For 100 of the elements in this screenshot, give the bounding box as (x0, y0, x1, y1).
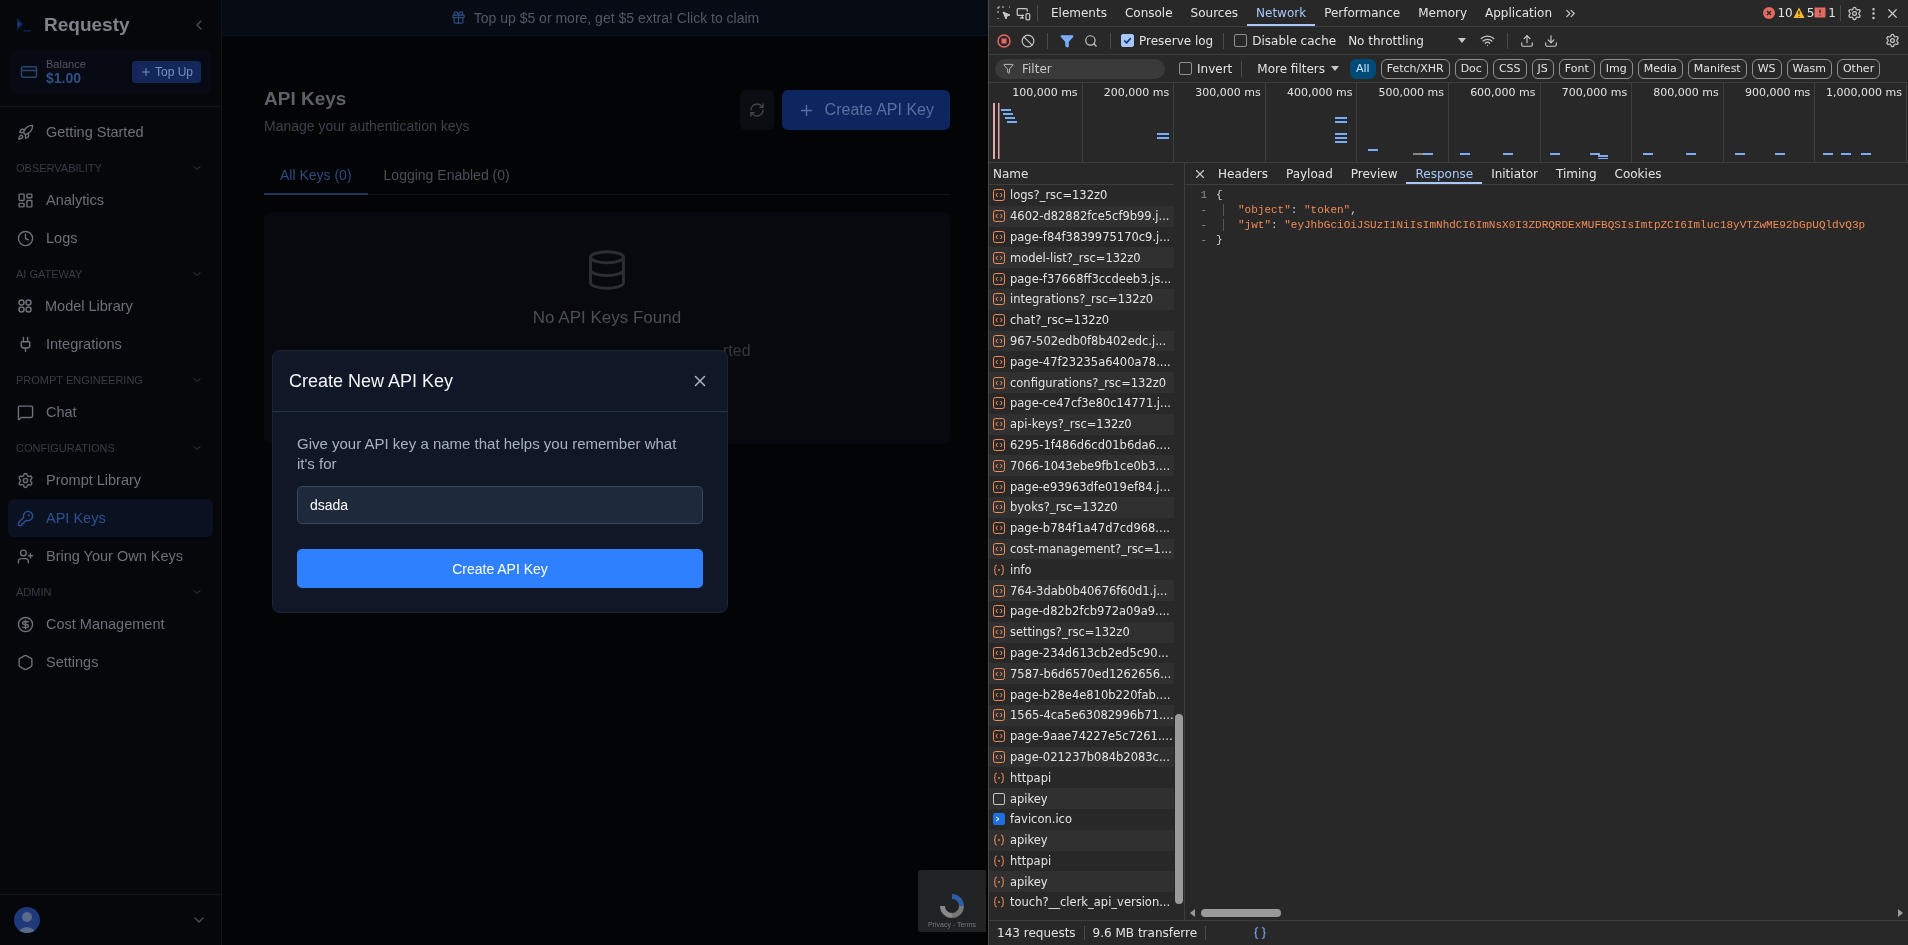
devtools-tab[interactable]: Application (1476, 0, 1562, 26)
braces-icon (993, 854, 1005, 867)
create-api-key-button[interactable]: Create API Key (297, 549, 703, 588)
checkbox[interactable]: Invert (1179, 61, 1233, 76)
key-name-input[interactable]: dsada (297, 486, 703, 524)
type-filter-chip[interactable]: Fetch/XHR (1380, 58, 1450, 79)
timeline-tick: 600,000 ms (1470, 86, 1536, 101)
request-row[interactable]: page-021237b084b2083c... (989, 746, 1174, 768)
nav-item[interactable]: Bring Your Own Keys (8, 537, 213, 575)
nav-item[interactable]: Analytics (8, 181, 213, 219)
detail-tab[interactable]: Initiator (1482, 163, 1547, 184)
throttling-dropdown[interactable]: No throttling (1342, 32, 1472, 49)
devtools-tab[interactable]: Performance (1315, 0, 1410, 26)
request-name: apikey (1010, 874, 1048, 889)
devtools-tab[interactable]: Elements (1042, 0, 1116, 26)
detail-tab[interactable]: Payload (1276, 163, 1342, 184)
credit-card-icon (20, 63, 38, 81)
request-row[interactable]: byoks?_rsc=132z0 (989, 496, 1174, 518)
detail-tab[interactable]: Preview (1341, 163, 1407, 184)
document-icon (993, 750, 1005, 763)
request-row[interactable]: cost-management?_rsc=1... (989, 538, 1174, 560)
request-row[interactable]: 764-3dab0b40676f60d1.j... (989, 580, 1174, 601)
scroll-right-icon[interactable] (1896, 909, 1904, 917)
scroll-left-icon[interactable] (1189, 909, 1197, 917)
request-name: 764-3dab0b40676f60d1.j... (1010, 583, 1168, 598)
request-row[interactable]: apikey (989, 829, 1174, 851)
line-number: - (1199, 233, 1208, 246)
issue-count[interactable]: 5 (1792, 6, 1815, 20)
issue-count[interactable]: 1 (1814, 6, 1836, 20)
request-row[interactable]: 1565-4ca5e63082996b71.... (989, 704, 1174, 726)
request-row[interactable]: model-list?_rsc=132z0 (989, 247, 1174, 269)
document-icon (993, 542, 1005, 555)
devtools-tab[interactable]: Sources (1181, 0, 1248, 26)
detail-tab[interactable]: Cookies (1605, 163, 1671, 184)
rocket-icon (17, 123, 34, 141)
type-filter-chip[interactable]: WS (1751, 58, 1782, 79)
detail-tab[interactable]: Timing (1547, 163, 1606, 184)
devtools-tab[interactable]: Memory (1409, 0, 1476, 26)
request-name: apikey (1010, 791, 1048, 806)
line-number: - (1199, 203, 1208, 216)
issue-count[interactable]: 10 (1763, 6, 1793, 20)
error-icon (1763, 7, 1776, 19)
nav-item[interactable]: Chat (8, 393, 213, 431)
nav-item[interactable]: Integrations (8, 325, 213, 363)
request-row[interactable]: apikey (989, 871, 1174, 893)
record-stop-icon[interactable] (995, 31, 1013, 50)
braces-icon (993, 875, 1005, 888)
request-row[interactable]: settings?_rsc=132z0 (989, 621, 1174, 643)
nav-item[interactable]: Prompt Library (8, 461, 213, 499)
type-filter-chip[interactable]: CSS (1492, 58, 1527, 79)
dialog-description: Give your API key a name that helps you remember what it's for (297, 434, 678, 474)
refresh-icon (748, 102, 765, 118)
timeline-tick: 900,000 ms (1744, 86, 1811, 101)
recaptcha-logo-icon (937, 891, 967, 921)
blank-file-icon (993, 792, 1005, 805)
circles-grid-icon (17, 298, 33, 314)
type-filter-chip[interactable]: Img (1599, 58, 1633, 79)
balance-label: Balance (46, 58, 87, 70)
request-row[interactable]: configurations?_rsc=132z0 (989, 372, 1174, 393)
nav-item[interactable]: Model Library (8, 287, 213, 325)
request-row[interactable]: 967-502edb0f8b402edc.j... (989, 330, 1174, 352)
request-row[interactable]: apikey (989, 788, 1174, 809)
type-filter-chip[interactable]: JS (1531, 58, 1554, 79)
checkbox[interactable]: Disable cache (1234, 33, 1337, 48)
type-filter-chip[interactable]: Other (1836, 58, 1881, 79)
type-filter-chip[interactable]: Font (1558, 58, 1595, 79)
filter-field[interactable]: Filter (995, 58, 1165, 79)
nav-item[interactable]: Cost Management (8, 605, 213, 643)
timeline-tick: 1,000,000 ms (1826, 86, 1902, 101)
top-up-button[interactable]: Top Up (131, 61, 201, 83)
type-filter-chip[interactable]: Manifest (1687, 58, 1747, 79)
devtools-tab[interactable]: Console (1115, 0, 1182, 26)
request-row[interactable]: 7587-b6d6570ed1262656... (989, 663, 1174, 685)
dollar-icon (17, 615, 34, 633)
checkbox[interactable]: Preserve log (1121, 33, 1214, 48)
document-icon (993, 231, 1005, 243)
type-filter-chip[interactable]: Wasm (1786, 58, 1832, 79)
code-line: { (1215, 188, 1223, 201)
filter-input[interactable]: Filter (1020, 60, 1150, 77)
type-filter-chip[interactable]: Media (1637, 58, 1683, 79)
request-row[interactable]: api-keys?_rsc=132z0 (989, 413, 1174, 435)
warning-icon (1792, 7, 1805, 19)
document-icon (993, 626, 1005, 639)
type-filter-chip[interactable]: Doc (1454, 58, 1488, 79)
type-filter-chip[interactable]: All (1350, 58, 1376, 79)
user-avatar[interactable] (14, 907, 40, 933)
nav-item[interactable]: Getting Started (8, 113, 213, 151)
document-icon (993, 314, 1005, 327)
request-row[interactable]: 4602-d82882fce5cf9b99.j... (989, 205, 1174, 227)
request-name: configurations?_rsc=132z0 (1010, 375, 1167, 390)
dashboard-icon (17, 191, 34, 209)
request-row[interactable]: integrations?_rsc=132z0 (989, 289, 1174, 310)
detail-tab[interactable]: Headers (1209, 163, 1277, 184)
detail-tab[interactable]: Response (1406, 163, 1483, 184)
document-icon (993, 334, 1005, 347)
more-filters-dropdown[interactable]: More filters (1251, 60, 1345, 77)
braces-icon (993, 834, 1005, 847)
nav-item[interactable]: Logs (8, 219, 213, 257)
request-row[interactable]: 7066-1043ebe9fb1ce0b3.... (989, 455, 1174, 477)
nav-item[interactable]: Settings (8, 643, 213, 681)
